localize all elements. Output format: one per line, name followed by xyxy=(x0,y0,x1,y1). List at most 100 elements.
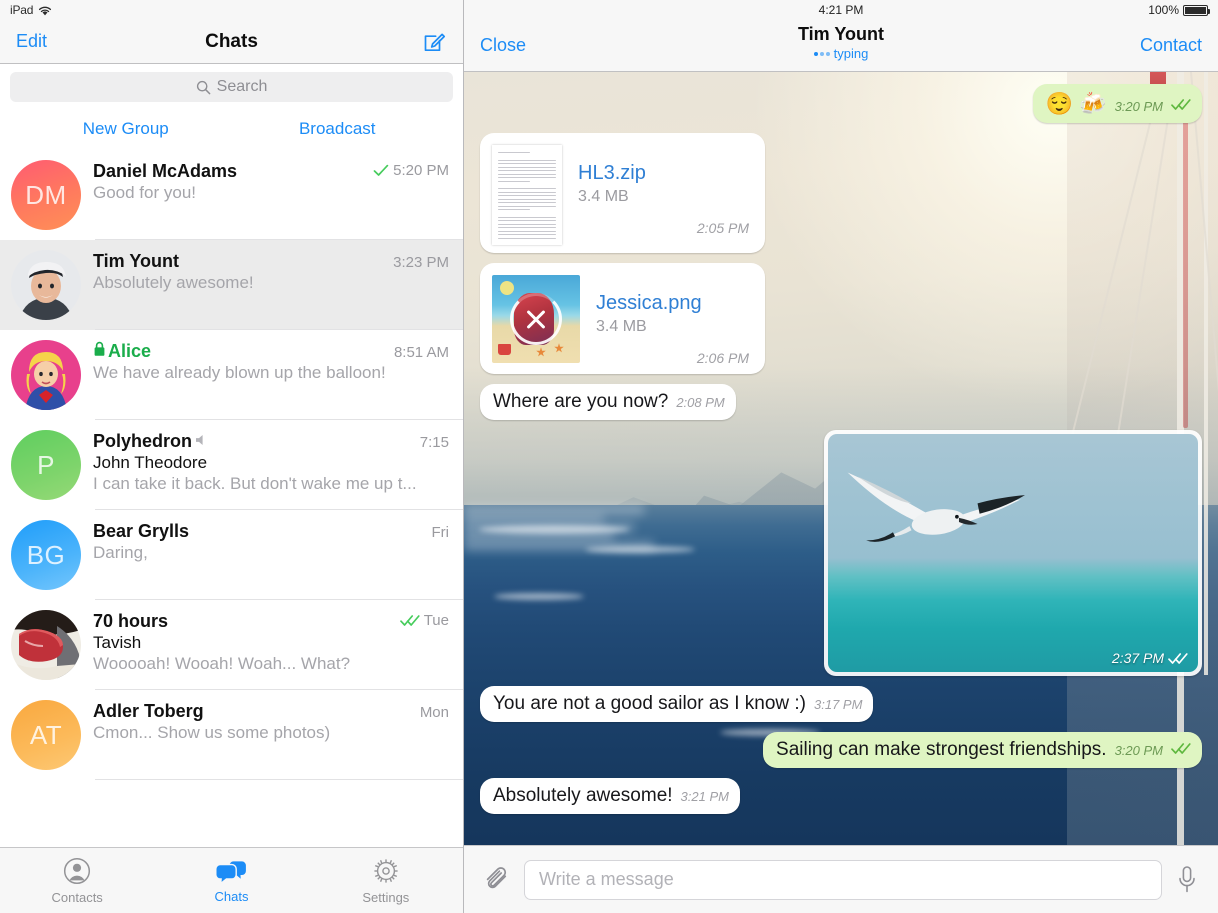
text-message-bubble[interactable]: You are not a good sailor as I know :) 3:… xyxy=(480,686,874,722)
chat-item-time: Tue xyxy=(423,612,449,629)
chat-item-body: 70 hours Tue Tavish Wooooah! Wooah! Woah...… xyxy=(93,610,449,674)
search-input[interactable]: Search xyxy=(10,72,453,102)
file-name[interactable]: Jessica.png xyxy=(596,291,749,315)
message-row: Jessica.png 3.4 MB 2:06 PM xyxy=(480,263,1202,375)
paperclip-icon[interactable] xyxy=(484,866,510,894)
chat-item-meta: 3:23 PM xyxy=(393,254,449,271)
chat-list-item[interactable]: AT Adler Toberg Mon Cmon... Show us some ph… xyxy=(0,690,463,780)
avatar: AT xyxy=(11,700,81,770)
double-check-icon xyxy=(1168,652,1188,664)
contacts-icon xyxy=(63,857,91,888)
chats-sidebar: iPad Edit Chats Search New Group Broadca… xyxy=(0,0,464,913)
right-status-bar: 4:21 PM 100% xyxy=(464,0,1218,20)
broadcast-button[interactable]: Broadcast xyxy=(232,119,444,139)
double-check-icon xyxy=(1171,99,1191,110)
chat-item-meta: 5:20 PM xyxy=(373,162,449,179)
chat-item-meta: 7:15 xyxy=(420,434,449,451)
chat-list-item[interactable]: BG Bear Grylls Fri Daring, xyxy=(0,510,463,600)
quick-actions-row: New Group Broadcast xyxy=(0,108,463,150)
file-name[interactable]: HL3.zip xyxy=(578,161,749,185)
chat-item-message: We have already blown up the balloon! xyxy=(93,363,386,382)
contact-button[interactable]: Contact xyxy=(1140,35,1202,56)
search-icon xyxy=(196,80,210,94)
chat-item-time: Mon xyxy=(419,704,449,721)
new-group-button[interactable]: New Group xyxy=(20,119,232,139)
chat-item-message: Cmon... Show us some photos) xyxy=(93,723,331,742)
double-check-icon xyxy=(399,615,420,626)
search-container: Search xyxy=(0,64,463,108)
chat-list-item[interactable]: Tim Yount 3:23 PM Absolutely awesome! xyxy=(0,240,463,330)
chat-item-message: Wooooah! Wooah! Woah... What? xyxy=(93,654,351,673)
cancel-download-icon[interactable] xyxy=(510,293,562,346)
chat-item-body: Polyhedron 7:15 John Theodore I can take it… xyxy=(93,430,449,494)
device-label: iPad xyxy=(10,3,34,17)
chat-item-time: 5:20 PM xyxy=(393,162,449,179)
avatar xyxy=(11,610,81,680)
message-row: You are not a good sailor as I know :) 3:… xyxy=(480,686,1202,722)
chat-item-time: Fri xyxy=(431,524,450,541)
emoji-message-bubble[interactable]: 😌 🍻 3:20 PM xyxy=(1032,84,1202,124)
message-text: Sailing can make strongest friendships. xyxy=(776,738,1107,760)
tab-settings[interactable]: Settings xyxy=(309,857,463,905)
chat-list-item[interactable]: P Polyhedron 7:15 John Theodore I can take i… xyxy=(0,420,463,510)
edit-button[interactable]: Edit xyxy=(16,31,47,52)
file-size: 3.4 MB xyxy=(596,318,647,336)
avatar: BG xyxy=(11,520,81,590)
mute-icon xyxy=(196,435,203,445)
avatar-photo xyxy=(11,610,81,680)
chat-item-meta: Mon xyxy=(420,704,449,721)
avatar xyxy=(11,340,81,410)
close-button[interactable]: Close xyxy=(480,35,526,56)
tab-bar: Contacts Chats Settings xyxy=(0,847,463,913)
chat-item-name: Polyhedron xyxy=(93,431,210,452)
file-size: 3.4 MB xyxy=(578,188,629,206)
wifi-icon xyxy=(38,5,52,16)
file-message-bubble[interactable]: HL3.zip 3.4 MB 2:05 PM xyxy=(480,133,765,254)
typing-status: typing xyxy=(813,46,868,61)
seagull-graphic xyxy=(847,472,1025,542)
chat-item-name: Adler Toberg xyxy=(93,701,204,721)
chat-item-message: Daring, xyxy=(93,543,148,562)
avatar: DM xyxy=(11,160,81,230)
left-status-bar: iPad xyxy=(0,0,463,20)
chat-list[interactable]: DM Daniel McAdams 5:20 PM Good for you! Tim … xyxy=(0,150,463,847)
chat-item-header: Bear Grylls Fri xyxy=(93,521,449,542)
tab-chats[interactable]: Chats xyxy=(154,858,308,904)
document-thumbnail xyxy=(492,145,562,246)
tab-contacts[interactable]: Contacts xyxy=(0,857,154,905)
conversation-panel: 4:21 PM 100% Close Tim Yount typing Cont… xyxy=(464,0,1218,913)
file-message-bubble[interactable]: Jessica.png 3.4 MB 2:06 PM xyxy=(480,263,765,375)
photo-message-time: 2:37 PM xyxy=(1112,650,1188,666)
message-list: 😌 🍻 3:20 PM HL3.zip 3.4 MB 2:05 PM Jessica.pn… xyxy=(464,72,1218,845)
message-row: HL3.zip 3.4 MB 2:05 PM xyxy=(480,133,1202,254)
message-text: 😌 🍻 xyxy=(1045,91,1107,116)
chat-item-body: Bear Grylls Fri Daring, xyxy=(93,520,449,563)
compose-icon[interactable] xyxy=(421,29,447,55)
message-text: Where are you now? xyxy=(493,391,669,413)
photo-message-bubble[interactable]: 2:37 PM xyxy=(824,430,1202,677)
settings-gear-icon xyxy=(372,857,400,888)
tab-chats-label: Chats xyxy=(214,888,249,904)
text-message-bubble[interactable]: Where are you now? 2:08 PM xyxy=(480,384,736,421)
chat-item-sender: Tavish xyxy=(93,633,142,652)
tab-settings-label: Settings xyxy=(362,889,410,905)
lock-icon xyxy=(94,341,105,356)
avatar xyxy=(11,250,81,320)
text-message-bubble[interactable]: Sailing can make strongest friendships. 3… xyxy=(763,731,1202,768)
message-text: You are not a good sailor as I know :) xyxy=(493,693,806,715)
chat-list-item[interactable]: Alice 8:51 AM We have already blown up the… xyxy=(0,330,463,420)
message-input[interactable] xyxy=(524,859,1162,900)
chat-item-name: Tim Yount xyxy=(93,251,180,271)
text-message-bubble[interactable]: Absolutely awesome! 3:21 PM xyxy=(480,777,740,814)
chat-item-meta: 8:51 AM xyxy=(394,344,449,361)
seagull-photo: 2:37 PM xyxy=(828,434,1198,673)
clock-time: 4:21 PM xyxy=(818,3,864,17)
chat-list-item[interactable]: DM Daniel McAdams 5:20 PM Good for you! xyxy=(0,150,463,240)
microphone-icon[interactable] xyxy=(1176,865,1198,895)
chat-item-name: 70 hours xyxy=(93,611,169,631)
ipad-messenger-app: iPad Edit Chats Search New Group Broadca… xyxy=(0,0,1218,913)
message-row: Sailing can make strongest friendships. 3… xyxy=(480,731,1202,768)
chat-item-name: Daniel McAdams xyxy=(93,161,238,181)
chat-scroll-area[interactable]: 😌 🍻 3:20 PM HL3.zip 3.4 MB 2:05 PM Jessica.pn… xyxy=(464,72,1218,845)
chat-list-item[interactable]: 70 hours Tue Tavish Wooooah! Wooah! Woah...… xyxy=(0,600,463,690)
